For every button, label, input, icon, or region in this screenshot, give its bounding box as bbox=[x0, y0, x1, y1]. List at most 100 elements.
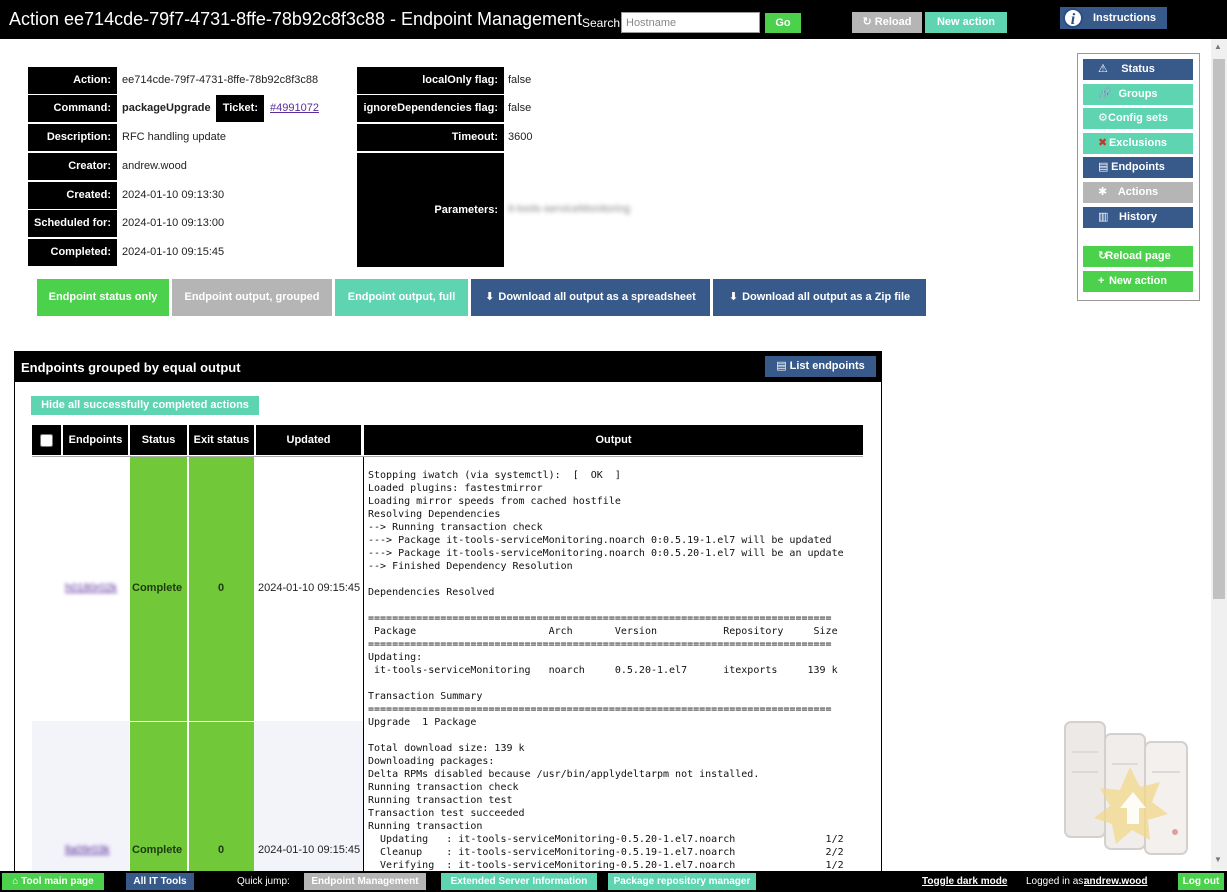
column-header-status: Status bbox=[130, 425, 187, 455]
timeout-label: Timeout: bbox=[357, 124, 504, 151]
reload-button[interactable]: ↻ Reload bbox=[852, 12, 922, 33]
runner-icon: ✱ bbox=[1098, 186, 1108, 198]
page-scrollbar[interactable]: ▲ ▼ bbox=[1211, 39, 1227, 870]
nav-actions-button[interactable]: ✱ Actions bbox=[1083, 182, 1193, 203]
scroll-up-arrow-icon[interactable]: ▲ bbox=[1214, 42, 1222, 51]
column-divider bbox=[129, 457, 130, 880]
scroll-icon: ▥ bbox=[1098, 211, 1109, 223]
new-action-button[interactable]: New action bbox=[925, 12, 1007, 33]
nav-actions-label: Actions bbox=[1117, 186, 1159, 198]
download-icon: ⬇ bbox=[485, 291, 495, 303]
download-zip-label: Download all output as a Zip file bbox=[742, 291, 911, 303]
nav-exclusions-button[interactable]: ✖ Exclusions bbox=[1083, 133, 1193, 154]
nav-config-sets-button[interactable]: ⚙ Config sets bbox=[1083, 108, 1193, 129]
list-endpoints-label: List endpoints bbox=[789, 360, 865, 372]
quick-jump-label: Quick jump: bbox=[237, 876, 290, 887]
endpoint-cell: h0180r02k bbox=[65, 582, 117, 594]
page-title: Action ee714cde-79f7-4731-8ffe-78b92c8f3… bbox=[9, 9, 583, 29]
parameters-label: Parameters: bbox=[357, 153, 504, 267]
download-spreadsheet-button[interactable]: ⬇ Download all output as a spreadsheet bbox=[471, 279, 710, 316]
creator-label: Creator: bbox=[28, 153, 117, 180]
hide-completed-button[interactable]: Hide all successfully completed actions bbox=[31, 396, 259, 415]
warning-icon: ⚠ bbox=[1098, 63, 1108, 75]
nav-history-label: History bbox=[1119, 211, 1157, 223]
nav-endpoints-label: Endpoints bbox=[1111, 161, 1165, 173]
document-icon: ▤ bbox=[776, 360, 790, 372]
endpoint-output-full-button[interactable]: Endpoint output, full bbox=[335, 279, 468, 316]
toggle-dark-mode-link[interactable]: Toggle dark mode bbox=[922, 873, 1007, 890]
panel-header: Endpoints grouped by equal output ▤ List… bbox=[15, 352, 881, 382]
command-output-text: Stopping iwatch (via systemctl): [ OK ] … bbox=[368, 470, 844, 871]
command-label: Command: bbox=[28, 95, 117, 122]
created-value: 2024-01-10 09:13:30 bbox=[122, 189, 225, 201]
log-out-button[interactable]: Log out bbox=[1178, 873, 1224, 890]
status-cell: Complete bbox=[132, 844, 183, 856]
ticket-value-cell: #4991072 bbox=[270, 95, 319, 122]
gear-icon: ⚙ bbox=[1098, 112, 1108, 124]
completed-label: Completed: bbox=[28, 239, 117, 266]
creator-value: andrew.wood bbox=[122, 160, 187, 172]
side-navigation: ⚠ Status 🔗 Groups ⚙ Config sets ✖ Exclus… bbox=[1077, 53, 1200, 301]
column-header-updated: Updated bbox=[256, 425, 361, 455]
nav-groups-label: Groups bbox=[1118, 88, 1158, 100]
quick-jump-endpoint-management[interactable]: Endpoint Management bbox=[304, 873, 426, 890]
list-endpoints-button[interactable]: ▤ List endpoints bbox=[765, 356, 876, 377]
nav-status-button[interactable]: ⚠ Status bbox=[1083, 59, 1193, 80]
side-new-action-button[interactable]: + New action bbox=[1083, 271, 1193, 292]
nav-endpoints-button[interactable]: ▤ Endpoints bbox=[1083, 157, 1193, 178]
endpoint-link[interactable]: h0180r02k bbox=[65, 582, 117, 594]
all-it-tools-button[interactable]: All IT Tools bbox=[126, 873, 194, 890]
completed-value: 2024-01-10 09:15:45 bbox=[122, 246, 225, 258]
download-zip-button[interactable]: ⬇ Download all output as a Zip file bbox=[713, 279, 926, 316]
scroll-thumb[interactable] bbox=[1213, 59, 1225, 599]
info-icon: i bbox=[1063, 8, 1083, 28]
nav-groups-button[interactable]: 🔗 Groups bbox=[1083, 84, 1193, 105]
hostname-search-input[interactable] bbox=[621, 12, 760, 33]
download-spreadsheet-label: Download all output as a spreadsheet bbox=[498, 291, 696, 303]
grouped-output-panel: Endpoints grouped by equal output ▤ List… bbox=[14, 351, 882, 881]
command-value: packageUpgrade bbox=[122, 102, 211, 114]
ticket-link[interactable]: #4991072 bbox=[270, 102, 319, 114]
server-update-icon bbox=[1064, 721, 1188, 855]
nav-status-label: Status bbox=[1121, 63, 1155, 75]
nav-history-button[interactable]: ▥ History bbox=[1083, 207, 1193, 228]
select-all-header bbox=[32, 425, 61, 455]
side-new-action-label: New action bbox=[1108, 275, 1168, 287]
action-label: Action: bbox=[28, 67, 117, 94]
instructions-label: Instructions bbox=[1093, 12, 1156, 24]
endpoint-output-grouped-button[interactable]: Endpoint output, grouped bbox=[172, 279, 332, 316]
tool-main-page-label: Tool main page bbox=[21, 876, 94, 887]
logged-in-as-label: Logged in as: bbox=[1026, 876, 1087, 887]
localonly-value: false bbox=[508, 74, 532, 86]
column-divider bbox=[187, 457, 189, 880]
ticket-label: Ticket: bbox=[216, 95, 264, 122]
reload-page-button[interactable]: ↻ Reload page bbox=[1083, 246, 1193, 267]
document-icon: ▤ bbox=[1098, 161, 1109, 173]
username-link[interactable]: andrew.wood bbox=[1084, 873, 1148, 890]
download-icon: ⬇ bbox=[728, 291, 739, 303]
home-icon: ⌂ bbox=[12, 876, 22, 887]
x-mark-icon: ✖ bbox=[1098, 137, 1108, 149]
created-label: Created: bbox=[28, 182, 117, 209]
endpoint-status-only-button[interactable]: Endpoint status only bbox=[37, 279, 169, 316]
status-cell: Complete bbox=[132, 582, 183, 594]
timeout-value: 3600 bbox=[508, 131, 533, 143]
status-column-fill bbox=[130, 457, 187, 880]
quick-jump-extended-server-info[interactable]: Extended Server Information bbox=[441, 873, 597, 890]
row-divider bbox=[130, 721, 254, 722]
updated-cell: 2024-01-10 09:15:45 bbox=[258, 844, 361, 856]
column-header-endpoints: Endpoints bbox=[63, 425, 128, 455]
exit-status-cell: 0 bbox=[218, 844, 225, 856]
column-header-output: Output bbox=[364, 425, 863, 455]
go-button[interactable]: Go bbox=[765, 13, 801, 33]
endpoint-link[interactable]: lla09r03k bbox=[65, 844, 110, 856]
scheduled-value: 2024-01-10 09:13:00 bbox=[122, 217, 225, 229]
quick-jump-package-repo-manager[interactable]: Package repository manager bbox=[608, 873, 756, 890]
select-all-checkbox[interactable] bbox=[40, 433, 53, 447]
instructions-button[interactable]: i Instructions bbox=[1060, 7, 1167, 29]
scroll-down-arrow-icon[interactable]: ▼ bbox=[1214, 855, 1222, 864]
tool-main-page-button[interactable]: ⌂ Tool main page bbox=[2, 873, 104, 890]
link-icon: 🔗 bbox=[1098, 88, 1112, 100]
panel-title: Endpoints grouped by equal output bbox=[21, 360, 241, 375]
action-value: ee714cde-79f7-4731-8ffe-78b92c8f3c88 bbox=[122, 74, 319, 86]
